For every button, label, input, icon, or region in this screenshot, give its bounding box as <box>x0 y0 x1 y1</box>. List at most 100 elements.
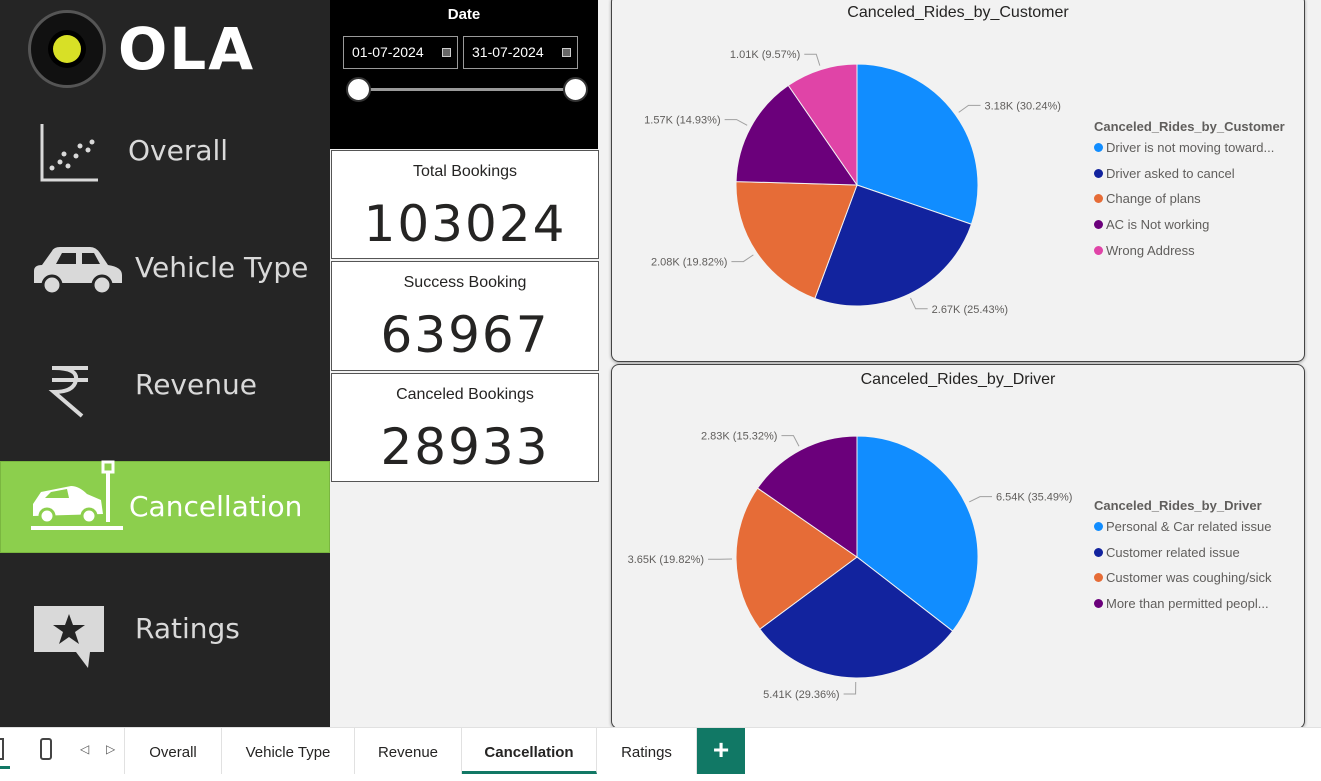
chart-legend: Canceled_Rides_by_Driver Personal & Car … <box>1094 498 1271 622</box>
pie-data-label: 6.54K (35.49%) <box>996 492 1072 504</box>
crashed-car-icon <box>27 456 123 530</box>
legend-label: Customer related issue <box>1106 544 1240 560</box>
legend-label: More than permitted peopl... <box>1106 596 1269 612</box>
legend-label: Driver asked to cancel <box>1106 165 1235 181</box>
tab-overall[interactable]: Overall <box>125 728 222 774</box>
legend-item[interactable]: Customer was coughing/sick <box>1094 570 1271 596</box>
legend-marker <box>1094 168 1103 178</box>
ola-logo: OLA <box>28 10 268 90</box>
chart-canceled-rides-by-driver[interactable]: Canceled_Rides_by_Driver 6.54K (35.49%) 5… <box>611 364 1305 729</box>
sidebar-item-label: Ratings <box>135 612 240 645</box>
label-leader-line <box>843 681 857 695</box>
legend-item[interactable]: Driver is not moving toward... <box>1094 140 1285 166</box>
legend-marker <box>1094 245 1103 255</box>
legend-marker <box>1094 194 1103 204</box>
sidebar-item-ratings[interactable]: Ratings <box>0 584 330 676</box>
legend-label: Personal & Car related issue <box>1106 519 1272 534</box>
start-date-value: 01-07-2024 <box>352 44 424 60</box>
legend-marker <box>1094 599 1103 609</box>
legend-item[interactable]: More than permitted peopl... <box>1094 596 1271 622</box>
scatter-chart-icon <box>30 118 125 186</box>
desktop-view-icon[interactable] <box>0 738 4 760</box>
kpi-label: Total Bookings <box>412 163 518 180</box>
sidebar: OLA Overall Vehicle Type Revenue Cancell… <box>0 0 330 727</box>
pie-data-label: 2.08K (19.82%) <box>651 257 727 269</box>
kpi-value: 28933 <box>380 418 550 476</box>
sidebar-item-overall[interactable]: Overall <box>0 106 330 198</box>
legend-label: Change of plans <box>1106 191 1201 207</box>
legend-label: Wrong Address <box>1106 242 1195 258</box>
tab-revenue[interactable]: Revenue <box>355 728 462 774</box>
date-range-slider-track[interactable] <box>358 88 575 91</box>
pie-data-label: 5.41K (29.36%) <box>763 689 839 701</box>
tab-ratings[interactable]: Ratings <box>597 728 697 774</box>
legend-title: Canceled_Rides_by_Driver <box>1094 498 1262 513</box>
mobile-view-icon[interactable] <box>40 738 52 760</box>
legend-label: AC is Not working <box>1106 217 1210 233</box>
pie-data-label: 2.67K (25.43%) <box>932 304 1008 316</box>
date-slicer-title: Date <box>447 6 481 23</box>
end-date-input[interactable]: 31-07-2024 <box>463 36 578 69</box>
label-leader-line <box>724 119 748 126</box>
pie-data-label: 3.18K (30.24%) <box>984 100 1060 112</box>
label-leader-line <box>731 254 754 263</box>
next-page-icon[interactable]: ▷ <box>106 742 115 756</box>
legend-label: Driver is not moving toward... <box>1106 140 1275 155</box>
end-date-value: 31-07-2024 <box>472 44 544 60</box>
rupee-icon <box>42 352 137 420</box>
star-chat-icon <box>32 604 127 672</box>
date-range-slider-end-handle[interactable] <box>563 77 588 102</box>
sidebar-item-vehicle-type[interactable]: Vehicle Type <box>0 223 330 315</box>
kpi-value: 103024 <box>363 195 567 253</box>
kpi-label: Success Booking <box>403 274 527 291</box>
date-slicer: Date 01-07-2024 31-07-2024 <box>330 0 598 149</box>
legend-item[interactable]: Wrong Address <box>1094 243 1285 269</box>
chart-legend: Canceled_Rides_by_Customer Driver is not… <box>1094 119 1285 268</box>
kpi-card-canceled-bookings: Canceled Bookings 28933 <box>331 373 599 482</box>
chart-canceled-rides-by-customer[interactable]: Canceled_Rides_by_Customer 3.18K (30.24%… <box>611 0 1305 362</box>
sidebar-item-cancellation[interactable]: Cancellation <box>0 460 330 553</box>
add-page-button[interactable]: + <box>697 728 745 774</box>
kpi-card-total-bookings: Total Bookings 103024 <box>331 150 599 259</box>
legend-item[interactable]: Driver asked to cancel <box>1094 166 1285 192</box>
legend-item[interactable]: AC is Not working <box>1094 217 1285 243</box>
calendar-icon[interactable] <box>442 48 451 57</box>
legend-item[interactable]: Change of plans <box>1094 191 1285 217</box>
legend-title: Canceled_Rides_by_Customer <box>1094 119 1285 134</box>
brand-name: OLA <box>118 15 256 83</box>
legend-item[interactable]: Personal & Car related issue <box>1094 519 1271 545</box>
sidebar-item-label: Overall <box>128 134 229 167</box>
ola-logo-icon <box>28 10 106 88</box>
tab-vehicle-type[interactable]: Vehicle Type <box>222 728 355 774</box>
pie-data-label: 2.83K (15.32%) <box>701 431 777 443</box>
legend-marker <box>1094 522 1103 531</box>
pie-data-label: 3.65K (19.82%) <box>628 554 704 566</box>
label-leader-line <box>958 104 981 113</box>
tab-cancellation[interactable]: Cancellation <box>462 728 597 774</box>
label-leader-line <box>910 297 928 310</box>
page-tab-bar: ◁ ▷ Overall Vehicle Type Revenue Cancell… <box>0 727 1321 781</box>
legend-marker <box>1094 220 1103 230</box>
legend-item[interactable]: Customer related issue <box>1094 545 1271 571</box>
active-view-indicator <box>0 766 10 769</box>
pie-data-label: 1.01K (9.57%) <box>730 49 800 61</box>
legend-label: Customer was coughing/sick <box>1106 570 1272 586</box>
previous-page-icon[interactable]: ◁ <box>80 742 89 756</box>
kpi-label: Canceled Bookings <box>396 386 534 403</box>
start-date-input[interactable]: 01-07-2024 <box>343 36 458 69</box>
date-range-slider-start-handle[interactable] <box>346 77 371 102</box>
kpi-value: 63967 <box>380 306 550 364</box>
sidebar-item-label: Vehicle Type <box>135 251 309 284</box>
car-icon <box>30 237 125 305</box>
legend-marker <box>1094 547 1103 557</box>
sidebar-item-label: Revenue <box>135 368 257 401</box>
label-leader-line <box>781 435 800 447</box>
label-leader-line <box>804 53 821 66</box>
legend-marker <box>1094 143 1103 152</box>
sidebar-item-revenue[interactable]: Revenue <box>0 340 330 432</box>
kpi-card-success-booking: Success Booking 63967 <box>331 261 599 371</box>
pie-data-label: 1.57K (14.93%) <box>644 115 720 127</box>
legend-marker <box>1094 573 1103 583</box>
calendar-icon[interactable] <box>562 48 571 57</box>
label-leader-line <box>969 496 993 503</box>
